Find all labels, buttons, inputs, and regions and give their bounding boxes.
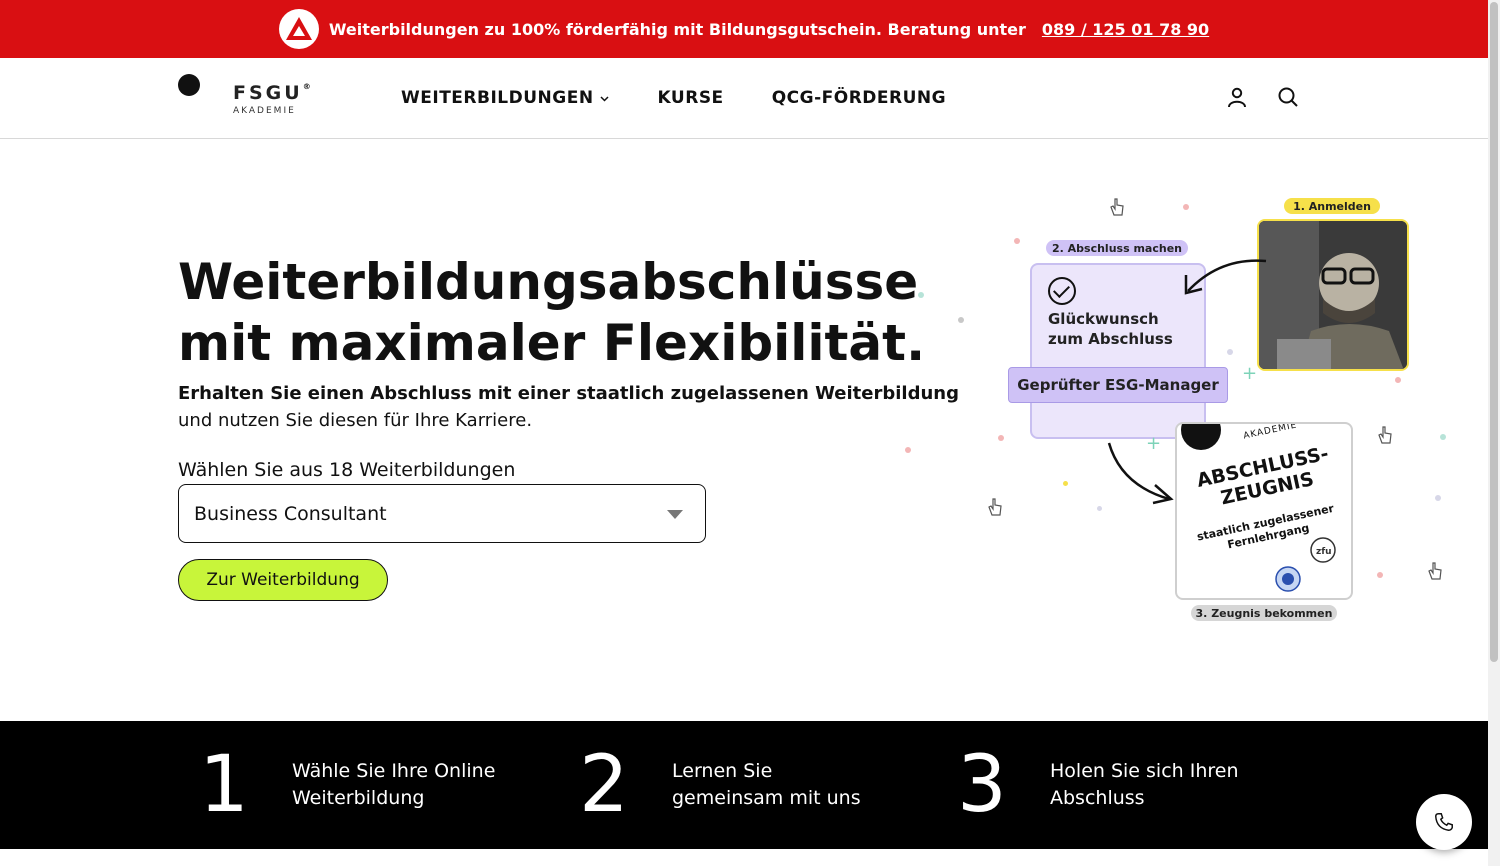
nav-item-qcg-foerderung[interactable]: QCG-FÖRDERUNG bbox=[772, 88, 946, 108]
confetti-dot bbox=[1014, 238, 1020, 244]
step-1: 1 Wähle Sie Ihre Online Weiterbildung bbox=[174, 721, 495, 849]
esg-manager-pill: Geprüfter ESG-Manager bbox=[1008, 367, 1228, 403]
confetti-dot bbox=[918, 292, 924, 298]
plus-icon: + bbox=[1146, 433, 1162, 454]
arrow-icon bbox=[1107, 442, 1174, 505]
plus-icon: + bbox=[1242, 363, 1258, 384]
nav-item-kurse[interactable]: KURSE bbox=[658, 88, 724, 108]
confetti-dot bbox=[1097, 506, 1102, 511]
confetti-dot bbox=[1395, 377, 1401, 383]
step-tag-2: 2. Abschluss machen bbox=[1046, 240, 1188, 256]
user-icon[interactable] bbox=[1225, 85, 1249, 109]
page-scrollbar[interactable] bbox=[1488, 0, 1500, 866]
scrollbar-thumb[interactable] bbox=[1490, 2, 1498, 662]
dropdown-caret-icon bbox=[667, 510, 683, 519]
confetti-dot bbox=[1227, 349, 1233, 355]
step-number: 1 bbox=[199, 740, 249, 830]
course-select-value: Business Consultant bbox=[194, 502, 387, 525]
congrats-text: Glückwunsch zum Abschluss bbox=[1048, 310, 1173, 348]
logo-dark-circle bbox=[178, 74, 200, 96]
certificate-card: AKADEMIE ABSCHLUSS- ZEUGNIS staatlich zug… bbox=[1175, 422, 1353, 600]
chevron-down-icon bbox=[600, 95, 609, 102]
stamp-icon bbox=[1275, 566, 1301, 592]
hand-cursor-icon bbox=[1110, 198, 1124, 216]
step-3: 3 Holen Sie sich Ihren Abschluss bbox=[932, 721, 1239, 849]
steps-bar: 1 Wähle Sie Ihre Online Weiterbildung 2 L… bbox=[0, 721, 1488, 849]
hero-subtitle: Erhalten Sie einen Abschluss mit einer s… bbox=[178, 383, 959, 431]
step-number: 2 bbox=[579, 740, 629, 830]
hand-cursor-icon bbox=[988, 498, 1002, 516]
banner-text: Weiterbildungen zu 100% förderfähig mit … bbox=[328, 19, 1026, 39]
step-tag-1: 1. Anmelden bbox=[1284, 198, 1380, 214]
site-header: FSGU® AKADEMIE WEITERBILDUNGEN KURSE QCG… bbox=[0, 58, 1488, 139]
step-label: Wähle Sie Ihre Online Weiterbildung bbox=[292, 760, 496, 809]
hand-cursor-icon bbox=[1428, 562, 1442, 580]
step-tag-3: 3. Zeugnis bekommen bbox=[1191, 605, 1337, 621]
phone-icon bbox=[1435, 813, 1453, 831]
top-banner: Weiterbildungen zu 100% förderfähig mit … bbox=[0, 0, 1488, 58]
confetti-dot bbox=[1440, 434, 1446, 440]
search-icon[interactable] bbox=[1276, 85, 1300, 109]
zur-weiterbildung-button[interactable]: Zur Weiterbildung bbox=[178, 559, 388, 601]
step-2: 2 Lernen Sie gemeinsam mit uns bbox=[554, 721, 861, 849]
bildungsgutschein-triangle-icon bbox=[278, 9, 319, 49]
course-select-label: Wählen Sie aus 18 Weiterbildungen bbox=[178, 459, 516, 481]
nav-item-weiterbildungen[interactable]: WEITERBILDUNGEN bbox=[401, 88, 610, 108]
confetti-dot bbox=[998, 435, 1004, 441]
student-photo bbox=[1257, 219, 1409, 371]
course-select[interactable]: Business Consultant bbox=[178, 484, 706, 543]
checkmark-icon bbox=[1048, 277, 1076, 305]
hand-cursor-icon bbox=[1378, 426, 1392, 444]
confetti-dot bbox=[1183, 204, 1189, 210]
hero-title: Weiterbildungsabschlüsse mit maximaler F… bbox=[178, 253, 926, 372]
cert-akademie-label: AKADEMIE bbox=[1242, 422, 1299, 442]
confetti-dot bbox=[905, 447, 911, 453]
svg-text:zfu: zfu bbox=[1316, 547, 1332, 557]
banner-phone-link[interactable]: 089 / 125 01 78 90 bbox=[1042, 20, 1209, 39]
confetti-dot bbox=[958, 317, 964, 323]
logo-dark-circle bbox=[1181, 424, 1221, 450]
header-actions bbox=[1225, 85, 1300, 109]
call-button[interactable] bbox=[1416, 794, 1472, 850]
confetti-dot bbox=[1435, 495, 1441, 501]
step-label: Lernen Sie gemeinsam mit uns bbox=[672, 760, 861, 809]
step-number: 3 bbox=[957, 740, 1007, 830]
main-nav: WEITERBILDUNGEN KURSE QCG-FÖRDERUNG bbox=[401, 88, 946, 108]
confetti-dot bbox=[1063, 481, 1068, 486]
process-illustration: Glückwunsch zum Abschluss Geprüfter ESG-M… bbox=[905, 185, 1490, 635]
logo-subtitle: AKADEMIE bbox=[233, 106, 296, 116]
logo-name: FSGU® bbox=[233, 82, 311, 104]
arrow-icon bbox=[1184, 259, 1267, 295]
fsgu-logo[interactable]: FSGU® AKADEMIE bbox=[178, 74, 311, 124]
step-label: Holen Sie sich Ihren Abschluss bbox=[1050, 760, 1239, 809]
cert-title: ABSCHLUSS- ZEUGNIS bbox=[1194, 442, 1331, 510]
zfu-seal-icon: zfu bbox=[1310, 537, 1336, 563]
confetti-dot bbox=[1377, 572, 1383, 578]
